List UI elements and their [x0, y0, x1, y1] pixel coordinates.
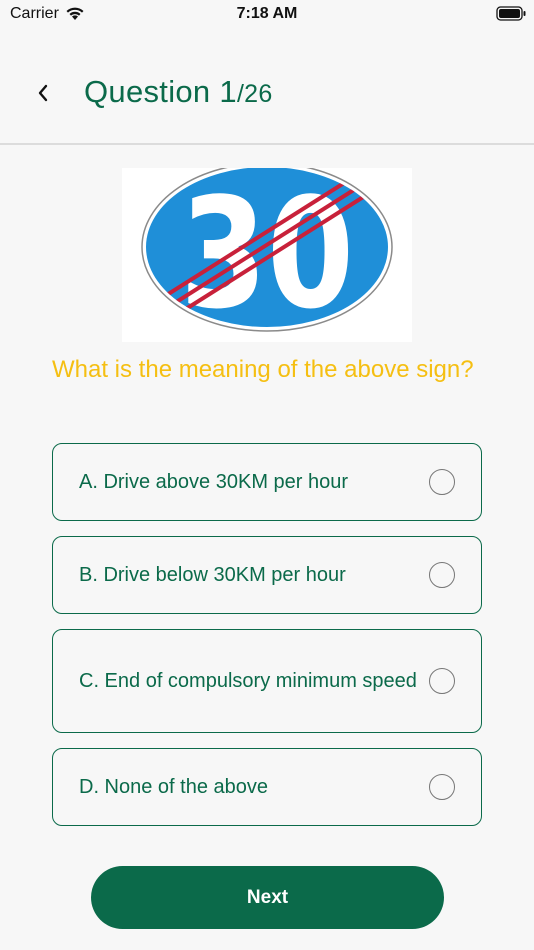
option-b[interactable]: B. Drive below 30KM per hour [52, 536, 482, 614]
option-d-radio[interactable] [429, 774, 455, 800]
status-time: 7:18 AM [236, 5, 298, 22]
option-d-label: D. None of the above [79, 776, 269, 798]
end-minimum-speed-sign-icon: 30 [141, 162, 393, 332]
option-c[interactable]: C. End of compulsory minimum speed [52, 629, 482, 733]
back-button[interactable] [28, 78, 58, 108]
option-b-label: B. Drive below 30KM per hour [79, 564, 346, 586]
page-title: Question 1/26 [84, 74, 273, 110]
question-text: What is the meaning of the above sign? [52, 356, 474, 383]
title-prefix: Question [84, 74, 220, 109]
option-c-radio[interactable] [429, 668, 455, 694]
option-a[interactable]: A. Drive above 30KM per hour [52, 443, 482, 521]
road-sign-image: 30 [122, 162, 412, 342]
option-a-label: A. Drive above 30KM per hour [79, 471, 349, 493]
next-button[interactable]: Next [91, 866, 444, 929]
nav-header: Question 1/26 [0, 30, 534, 145]
option-c-label: C. End of compulsory minimum speed [79, 670, 417, 692]
status-bar: Carrier 7:18 AM [0, 0, 534, 30]
option-d[interactable]: D. None of the above [52, 748, 482, 826]
question-total: /26 [236, 80, 273, 108]
option-a-radio[interactable] [429, 469, 455, 495]
option-b-radio[interactable] [429, 562, 455, 588]
question-current: 1 [219, 74, 237, 109]
battery-icon [496, 6, 526, 21]
chevron-left-icon [38, 84, 48, 102]
